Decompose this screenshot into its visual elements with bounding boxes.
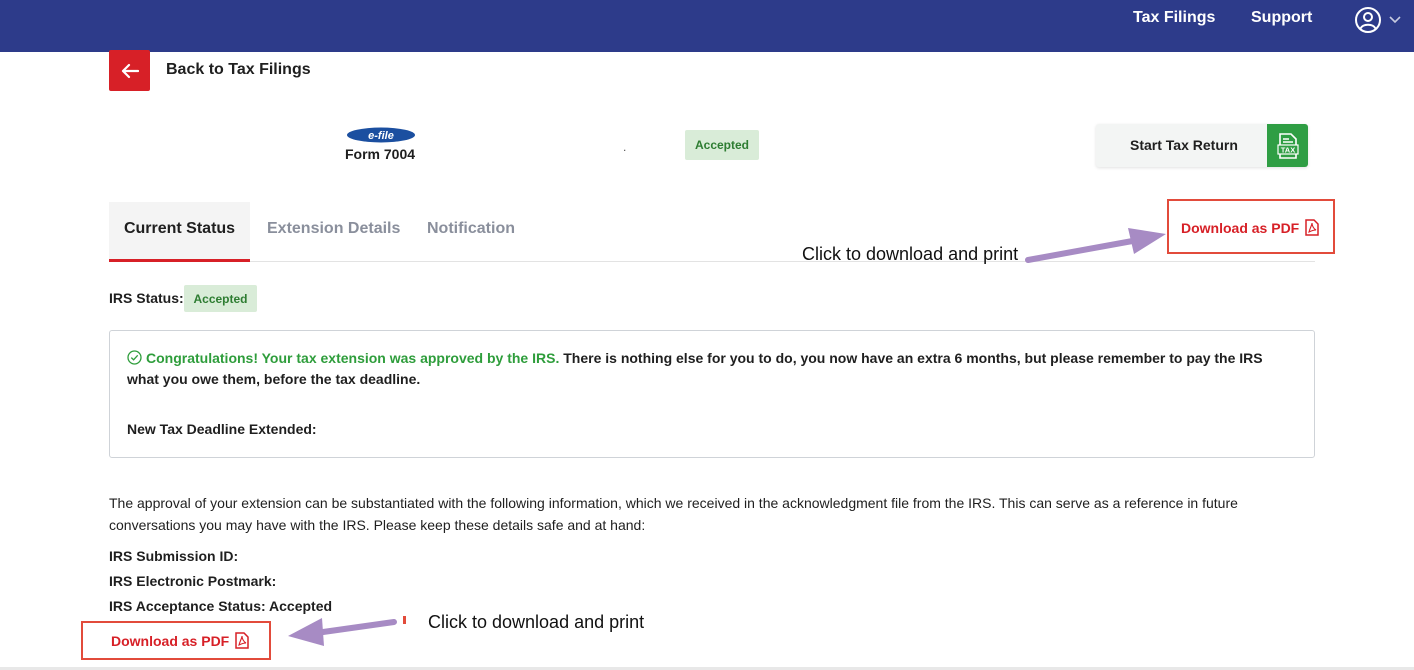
svg-text:e-file: e-file: [368, 130, 394, 142]
form-name: Form 7004: [345, 146, 416, 162]
annotation-arrow-top: [1025, 228, 1166, 263]
start-tax-return-button[interactable]: Start Tax Return TAX: [1096, 124, 1308, 167]
tab-extension-details[interactable]: Extension Details: [267, 202, 400, 261]
nav-support[interactable]: Support: [1251, 9, 1312, 27]
irs-submission-id: IRS Submission ID:: [109, 548, 239, 564]
filing-status-badge: Accepted: [685, 130, 759, 160]
tab-current-status[interactable]: Current Status: [109, 202, 250, 262]
irs-status-label: IRS Status:: [109, 290, 184, 306]
back-button[interactable]: [109, 50, 150, 91]
irs-electronic-postmark: IRS Electronic Postmark:: [109, 573, 277, 589]
approval-highlight: Congratulations! Your tax extension was …: [146, 350, 560, 366]
check-circle-icon: [127, 350, 142, 365]
acknowledgment-info-paragraph: The approval of your extension can be su…: [109, 495, 1238, 533]
download-pdf-button-top[interactable]: Download as PDF: [1181, 219, 1319, 236]
start-tax-return-label: Start Tax Return: [1130, 137, 1238, 153]
tab-notification[interactable]: Notification: [427, 202, 515, 261]
download-pdf-label: Download as PDF: [111, 632, 230, 649]
approval-message: Congratulations! Your tax extension was …: [127, 348, 1297, 390]
back-to-tax-filings-link[interactable]: Back to Tax Filings: [166, 61, 311, 79]
download-highlight-box-bottom: Download as PDF: [81, 621, 271, 660]
pdf-file-icon: [235, 632, 249, 649]
irs-status-badge: Accepted: [184, 285, 257, 312]
svg-text:TAX: TAX: [1280, 145, 1294, 154]
efile-logo: e-file: [347, 127, 415, 143]
approval-message-box: Congratulations! Your tax extension was …: [109, 330, 1315, 458]
separator-dot: .: [623, 140, 627, 154]
top-navbar: Tax Filings Support: [0, 0, 1414, 52]
annotation-arrow-bottom: [288, 616, 406, 646]
pdf-file-icon: [1305, 219, 1319, 236]
download-highlight-box-top: Download as PDF: [1167, 199, 1335, 254]
user-circle-icon[interactable]: [1354, 6, 1382, 34]
new-deadline-label: New Tax Deadline Extended:: [127, 421, 317, 437]
tax-document-icon: TAX: [1267, 124, 1308, 167]
chevron-down-icon[interactable]: [1388, 12, 1402, 26]
arrow-left-icon: [121, 63, 139, 78]
annotation-text-bottom: Click to download and print: [428, 612, 645, 632]
download-pdf-button-bottom[interactable]: Download as PDF: [111, 632, 249, 649]
nav-tax-filings[interactable]: Tax Filings: [1133, 9, 1215, 27]
download-pdf-label: Download as PDF: [1181, 219, 1300, 236]
annotation-text-top: Click to download and print: [802, 244, 1019, 264]
